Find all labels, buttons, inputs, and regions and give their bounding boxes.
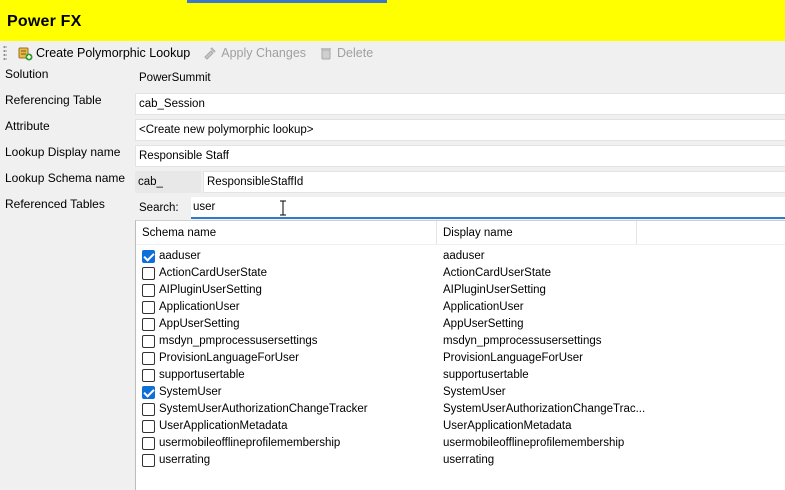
row-checkbox[interactable] [142,352,155,365]
row-checkbox[interactable] [142,437,155,450]
row-display-name: ProvisionLanguageForUser [443,352,583,364]
row-schema-name: userrating [159,454,211,466]
row-schema-name: aaduser [159,250,201,262]
row-display-name: UserApplicationMetadata [443,420,572,432]
schema-prefix: cab_ [135,171,201,193]
table-row[interactable]: AIPluginUserSetting AIPluginUserSetting [136,282,785,299]
table-row[interactable]: SystemUserAuthorizationChangeTracker Syst… [136,401,785,418]
list-header: Schema name Display name [136,221,785,245]
table-row[interactable]: usermobileofflineprofilemembership usermo… [136,435,785,452]
row-schema-name: ActionCardUserState [159,267,268,279]
row-schema-name: ProvisionLanguageForUser [159,352,299,364]
lookup-display-name-label: Lookup Display name [5,145,121,159]
toolbar: Create Polymorphic Lookup Apply Changes … [0,41,785,65]
delete-button[interactable]: Delete [314,42,377,64]
row-schema-name: AIPluginUserSetting [159,284,262,296]
row-checkbox[interactable] [142,318,155,331]
table-row[interactable]: ProvisionLanguageForUser ProvisionLanguag… [136,350,785,367]
row-display-name: AppUserSetting [443,318,524,330]
row-display-name: supportusertable [443,369,529,381]
table-row[interactable]: SystemUser SystemUser [136,384,785,401]
referencing-table-dropdown[interactable]: cab_Session [135,93,785,115]
row-checkbox[interactable] [142,386,155,399]
row-schema-name: supportusertable [159,369,245,381]
attribute-dropdown[interactable]: <Create new polymorphic lookup> [135,119,785,141]
row-checkbox[interactable] [142,454,155,467]
row-display-name: SystemUser [443,386,506,398]
row-schema-name: SystemUserAuthorizationChangeTracker [159,403,368,415]
row-checkbox[interactable] [142,301,155,314]
table-row[interactable]: ApplicationUser ApplicationUser [136,299,785,316]
referencing-table-label: Referencing Table [5,93,102,107]
lookup-display-name-input[interactable]: Responsible Staff [135,145,785,167]
row-schema-name: ApplicationUser [159,301,240,313]
column-header-schema-name[interactable]: Schema name [136,221,437,245]
toolbar-grip[interactable] [3,45,7,61]
table-row[interactable]: ActionCardUserState ActionCardUserState [136,265,785,282]
lookup-schema-name-value: ResponsibleStaffId [207,176,304,188]
row-display-name: aaduser [443,250,485,262]
attribute-value: <Create new polymorphic lookup> [139,124,314,136]
row-display-name: ActionCardUserState [443,267,552,279]
row-checkbox[interactable] [142,284,155,297]
schema-prefix-value: cab_ [138,176,163,188]
wand-plus-icon [18,47,33,61]
search-label: Search: [139,202,179,214]
row-schema-name: AppUserSetting [159,318,240,330]
table-row[interactable]: msdyn_pmprocessusersettings msdyn_pmproce… [136,333,785,350]
lookup-schema-name-input[interactable]: ResponsibleStaffId [203,171,785,193]
row-checkbox[interactable] [142,250,155,263]
row-checkbox[interactable] [142,403,155,416]
row-checkbox[interactable] [142,335,155,348]
delete-icon [321,48,332,60]
create-polymorphic-lookup-label: Create Polymorphic Lookup [36,46,191,60]
search-row: Search: [135,196,785,220]
row-display-name: userrating [443,454,495,466]
lookup-display-name-value: Responsible Staff [139,150,229,162]
table-row[interactable]: UserApplicationMetadata UserApplicationMe… [136,418,785,435]
row-checkbox[interactable] [142,369,155,382]
referenced-tables-list[interactable]: Schema name Display name aaduser aaduser A… [135,220,785,490]
window-title: Power FX [7,13,82,30]
row-schema-name: usermobileofflineprofilemembership [159,437,341,449]
row-schema-name: SystemUser [159,386,222,398]
solution-field: PowerSummit [135,67,785,89]
lookup-schema-name-label: Lookup Schema name [5,171,126,185]
table-row[interactable]: userrating userrating [136,452,785,469]
apply-icon [204,47,216,60]
row-schema-name: msdyn_pmprocessusersettings [159,335,318,347]
row-display-name: AIPluginUserSetting [443,284,546,296]
apply-changes-label: Apply Changes [221,46,307,60]
attribute-label: Attribute [5,119,50,133]
table-row[interactable]: AppUserSetting AppUserSetting [136,316,785,333]
solution-value: PowerSummit [139,72,211,84]
create-polymorphic-lookup-button[interactable]: Create Polymorphic Lookup [13,42,194,64]
referencing-table-value: cab_Session [139,98,205,110]
solution-label: Solution [5,67,49,81]
row-display-name: usermobileofflineprofilemembership [443,437,625,449]
row-checkbox[interactable] [142,420,155,433]
row-schema-name: UserApplicationMetadata [159,420,288,432]
referenced-tables-label: Referenced Tables [5,197,105,211]
title-bar: Power FX [0,3,785,41]
row-display-name: SystemUserAuthorizationChangeTrac... [443,403,646,415]
text-cursor-icon [280,200,286,216]
delete-label: Delete [337,46,374,60]
row-display-name: msdyn_pmprocessusersettings [443,335,602,347]
row-display-name: ApplicationUser [443,301,524,313]
apply-changes-button[interactable]: Apply Changes [198,42,310,64]
column-header-display-name[interactable]: Display name [437,221,637,245]
table-row[interactable]: supportusertable supportusertable [136,367,785,384]
row-checkbox[interactable] [142,267,155,280]
table-row[interactable]: aaduser aaduser [136,248,785,265]
